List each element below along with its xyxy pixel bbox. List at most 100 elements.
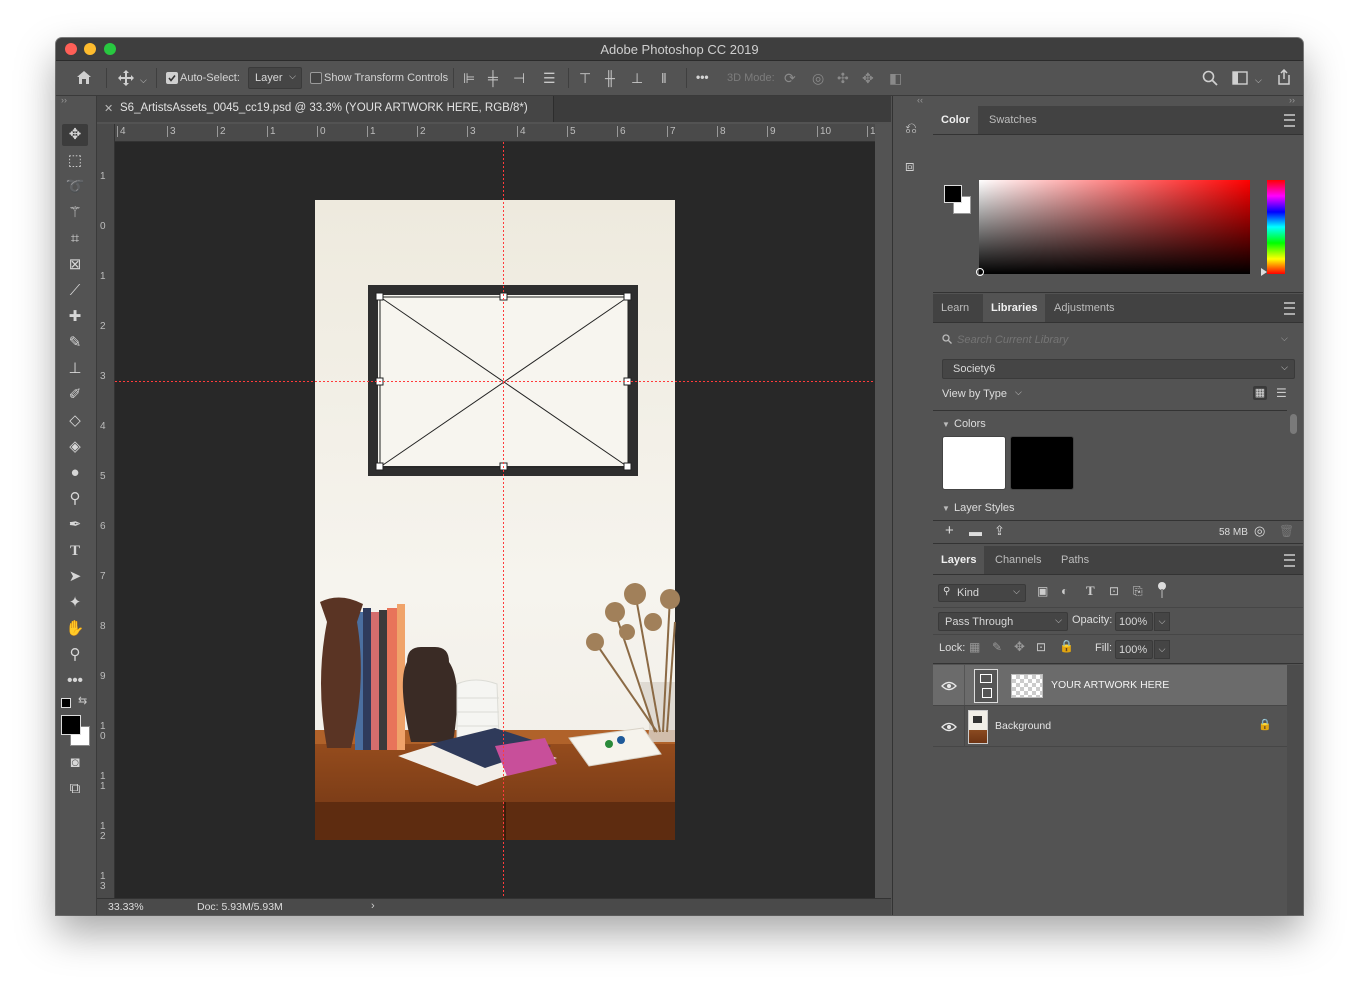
collapse-toolbar-icon[interactable]: ›› — [61, 95, 67, 105]
layer-filter-kind[interactable]: ⚲ Kind ⌵ — [938, 584, 1026, 602]
library-color-black[interactable] — [1010, 436, 1074, 490]
path-selection-tool-icon[interactable]: ➤ — [62, 566, 88, 588]
filter-type-icon[interactable]: T — [1086, 583, 1095, 599]
swap-colors-icon[interactable]: ⇆ — [78, 694, 87, 707]
filter-adjustment-icon[interactable]: ◐ — [1061, 584, 1068, 598]
hue-slider[interactable] — [1267, 180, 1285, 274]
history-brush-tool-icon[interactable]: ✐ — [62, 384, 88, 406]
layer-transparency-thumbnail[interactable] — [1011, 674, 1043, 698]
library-search-input[interactable] — [955, 331, 1279, 349]
home-icon[interactable] — [76, 70, 92, 85]
3d-orbit-icon[interactable]: ⟳ — [784, 71, 796, 85]
collapse-panels-icon[interactable]: ‹‹ — [917, 95, 923, 105]
upload-icon[interactable]: ⇪ — [994, 523, 1005, 539]
3d-roll-icon[interactable]: ◎ — [812, 71, 824, 85]
library-select[interactable]: Society6 ⌵ — [942, 359, 1295, 379]
zoom-tool-icon[interactable]: ⚲ — [62, 644, 88, 666]
panel-menu-icon[interactable] — [1284, 554, 1295, 567]
eyedropper-tool-icon[interactable]: ⟋ — [62, 280, 88, 302]
lock-transparent-icon[interactable]: ▦ — [969, 640, 980, 654]
fill-chevron-icon[interactable]: ⌵ — [1154, 640, 1170, 659]
align-horizontal-center-icon[interactable]: ╪ — [488, 71, 498, 85]
3d-drag-icon[interactable]: ✣ — [837, 71, 849, 85]
chevron-right-icon[interactable]: › — [371, 900, 375, 912]
tab-swatches[interactable]: Swatches — [981, 106, 1045, 134]
auto-select-dropdown[interactable]: Layer ⌵ — [248, 67, 302, 89]
grid-view-icon[interactable]: ▦ — [1253, 386, 1267, 400]
more-options-button[interactable]: ••• — [696, 70, 709, 84]
lock-artboard-icon[interactable]: ⊡ — [1036, 640, 1046, 654]
tab-paths[interactable]: Paths — [1053, 546, 1097, 574]
colors-section-title[interactable]: Colors — [954, 418, 986, 430]
tab-layers[interactable]: Layers — [933, 546, 985, 574]
opacity-input[interactable]: 100% — [1115, 612, 1153, 631]
layer-name[interactable]: Background — [995, 720, 1051, 732]
align-bottom-icon[interactable]: ⊥ — [631, 71, 643, 85]
align-vertical-center-icon[interactable]: ╫ — [605, 71, 615, 85]
screen-mode-icon[interactable]: ⧉ — [62, 778, 88, 800]
align-top-icon[interactable]: ⊤ — [579, 71, 591, 85]
healing-brush-tool-icon[interactable]: ✚ — [62, 306, 88, 328]
tab-adjustments[interactable]: Adjustments — [1046, 294, 1123, 322]
distribute-vertical-icon[interactable]: ‖ — [661, 71, 667, 85]
visibility-eye-icon[interactable] — [941, 681, 957, 691]
type-tool-icon[interactable]: T — [62, 540, 88, 562]
layer-row-artwork[interactable]: YOUR ARTWORK HERE — [933, 665, 1287, 706]
horizontal-ruler[interactable]: 432101234567891011 — [115, 124, 875, 142]
collapse-triangle-icon[interactable]: ▼ — [942, 420, 950, 429]
folder-icon[interactable]: ▬ — [969, 524, 982, 539]
tab-libraries[interactable]: Libraries — [983, 294, 1046, 322]
layers-scroll-area[interactable] — [1287, 665, 1303, 915]
custom-shape-tool-icon[interactable]: ✦ — [62, 592, 88, 614]
paint-bucket-tool-icon[interactable]: ◈ — [62, 436, 88, 458]
trash-icon[interactable]: 🗑 — [1279, 524, 1294, 538]
3d-camera-icon[interactable]: ◧ — [889, 71, 902, 85]
lock-image-icon[interactable]: ✎ — [992, 640, 1002, 654]
edit-toolbar-icon[interactable]: ••• — [62, 670, 88, 692]
document-canvas[interactable] — [115, 142, 875, 898]
chevron-down-icon[interactable]: ⌵ — [1015, 387, 1022, 398]
align-left-icon[interactable]: ⊫ — [463, 71, 475, 85]
background-thumbnail[interactable] — [968, 710, 988, 744]
library-color-white[interactable] — [942, 436, 1006, 490]
frame-tool-icon[interactable]: ⊠ — [62, 254, 88, 276]
eraser-tool-icon[interactable]: ◇ — [62, 410, 88, 432]
clone-stamp-tool-icon[interactable]: ⊥ — [62, 358, 88, 380]
move-icon[interactable] — [118, 70, 134, 86]
3d-panel-icon[interactable]: ⧈ — [905, 158, 915, 175]
chevron-down-icon[interactable]: ⌵ — [1281, 333, 1288, 344]
auto-select-checkbox[interactable] — [166, 72, 178, 84]
lock-position-icon[interactable]: ✥ — [1014, 639, 1025, 655]
layer-name[interactable]: YOUR ARTWORK HERE — [1051, 679, 1169, 691]
lasso-tool-icon[interactable]: ➰ — [62, 176, 88, 198]
marquee-tool-icon[interactable]: ⬚ — [62, 150, 88, 172]
list-view-icon[interactable]: ☰ — [1276, 386, 1287, 400]
filter-shape-icon[interactable]: ⊡ — [1109, 584, 1119, 598]
move-tool-icon[interactable]: ✥ — [62, 124, 88, 146]
share-icon[interactable] — [1276, 69, 1292, 85]
3d-slide-icon[interactable]: ✥ — [862, 71, 874, 85]
add-element-icon[interactable]: + — [945, 522, 954, 539]
show-transform-checkbox[interactable] — [310, 72, 322, 84]
pen-tool-icon[interactable]: ✒ — [62, 514, 88, 536]
tab-channels[interactable]: Channels — [987, 546, 1049, 574]
opacity-chevron-icon[interactable]: ⌵ — [1154, 612, 1170, 631]
blur-tool-icon[interactable]: ● — [62, 462, 88, 484]
chevron-down-icon[interactable]: ⌵ — [140, 73, 147, 87]
filter-pixel-icon[interactable]: ▣ — [1037, 584, 1048, 598]
layer-row-background[interactable]: Background 🔒 — [933, 706, 1287, 747]
foreground-color-swatch[interactable] — [61, 715, 81, 735]
lock-all-icon[interactable]: 🔒 — [1059, 639, 1074, 653]
chevron-down-icon[interactable]: ⌵ — [1255, 73, 1262, 87]
blend-mode-select[interactable]: Pass Through ⌵ — [938, 612, 1068, 631]
panel-menu-icon[interactable] — [1284, 114, 1295, 127]
zoom-level[interactable]: 33.33% — [108, 901, 144, 913]
panel-menu-icon[interactable] — [1284, 302, 1295, 315]
view-by-dropdown[interactable]: View by Type — [942, 388, 1007, 400]
history-icon[interactable]: ⎌ — [905, 120, 917, 137]
expand-panels-icon[interactable]: ›› — [1289, 95, 1295, 105]
document-tab[interactable]: ✕ S6_ArtistsAssets_0045_cc19.psd @ 33.3%… — [97, 96, 554, 122]
align-right-icon[interactable]: ⊣ — [513, 71, 525, 85]
quick-mask-icon[interactable]: ◙ — [62, 752, 88, 774]
smart-object-thumbnail[interactable] — [974, 669, 998, 703]
